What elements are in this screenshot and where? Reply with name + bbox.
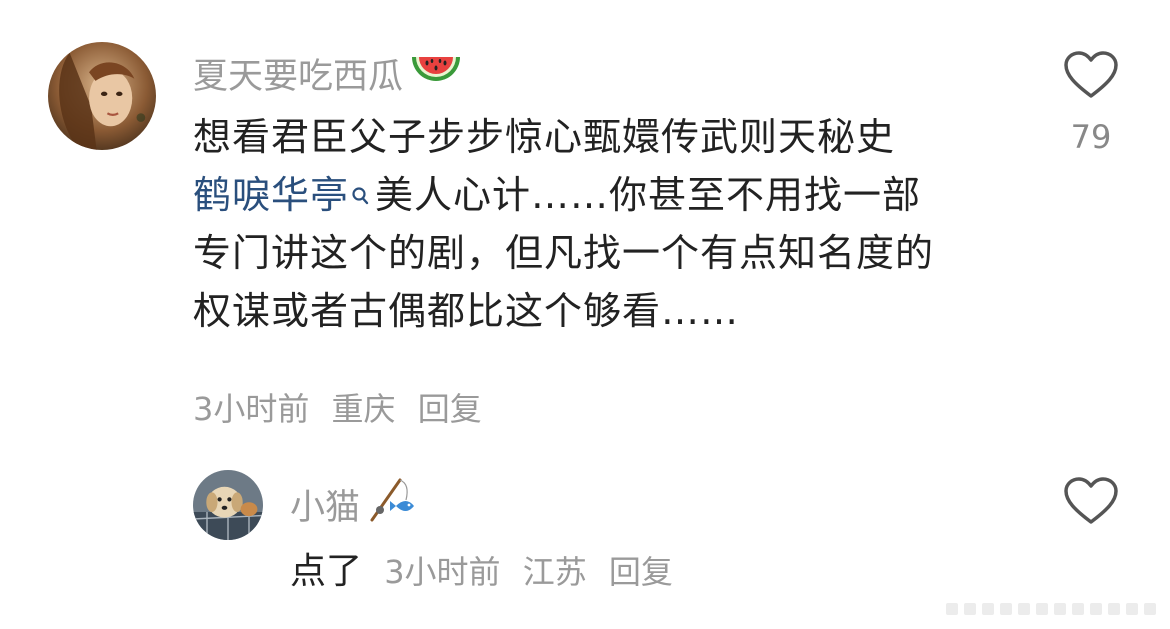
reply-avatar[interactable] [193,470,263,540]
comment-line-4: 权谋或者古偶都比这个够看…… [193,289,740,333]
username-text: 小猫 [290,488,361,528]
reply-like-button[interactable] [1063,476,1119,526]
avatar[interactable] [48,42,156,150]
fishing-rod-icon [366,474,418,535]
comment-line-2: 鹤唳华亭 美人心计……你甚至不用找一部 [193,166,934,224]
reply-reply-button[interactable]: 回复 [609,553,673,591]
comment-thread: 夏天要吃西瓜 想看君臣父子步步惊心甄嬛传武则天秘史 鹤唳华亭 美人心计……你甚至不… [0,0,1170,629]
reply-username[interactable]: 小猫 [290,474,418,535]
avatar-image [193,470,263,540]
comment-line-1: 想看君臣父子步步惊心甄嬛传武则天秘史 [193,115,896,159]
heart-icon [1064,477,1118,524]
comment-meta: 3小时前 重庆 回复 [193,384,494,430]
watermelon-icon [409,49,463,98]
like-button[interactable] [1063,50,1119,100]
drama-link[interactable]: 鹤唳华亭 [193,173,349,217]
like-count: 79 [1070,118,1112,156]
comment-line-2-text: 美人心计……你甚至不用找一部 [375,173,922,217]
reply-time: 3小时前 [384,553,501,591]
search-icon[interactable] [351,166,371,224]
comment-username[interactable]: 夏天要吃西瓜 [193,48,463,99]
reply-button[interactable]: 回复 [418,390,482,428]
comment-line-3: 专门讲这个的剧，但凡找一个有点知名度的 [193,231,935,275]
avatar-image [48,42,156,150]
comment-body: 想看君臣父子步步惊心甄嬛传武则天秘史 鹤唳华亭 美人心计……你甚至不用找一部 专门… [193,108,934,340]
comment-location: 重庆 [331,390,396,428]
reply-row: 点了 3小时前 江苏 回复 [290,542,685,594]
reply-location: 江苏 [522,553,587,591]
comment-time: 3小时前 [193,390,310,428]
username-text: 夏天要吃西瓜 [193,57,404,97]
heart-icon [1064,51,1118,98]
reply-text: 点了 [290,551,363,592]
watermark [946,603,1156,615]
